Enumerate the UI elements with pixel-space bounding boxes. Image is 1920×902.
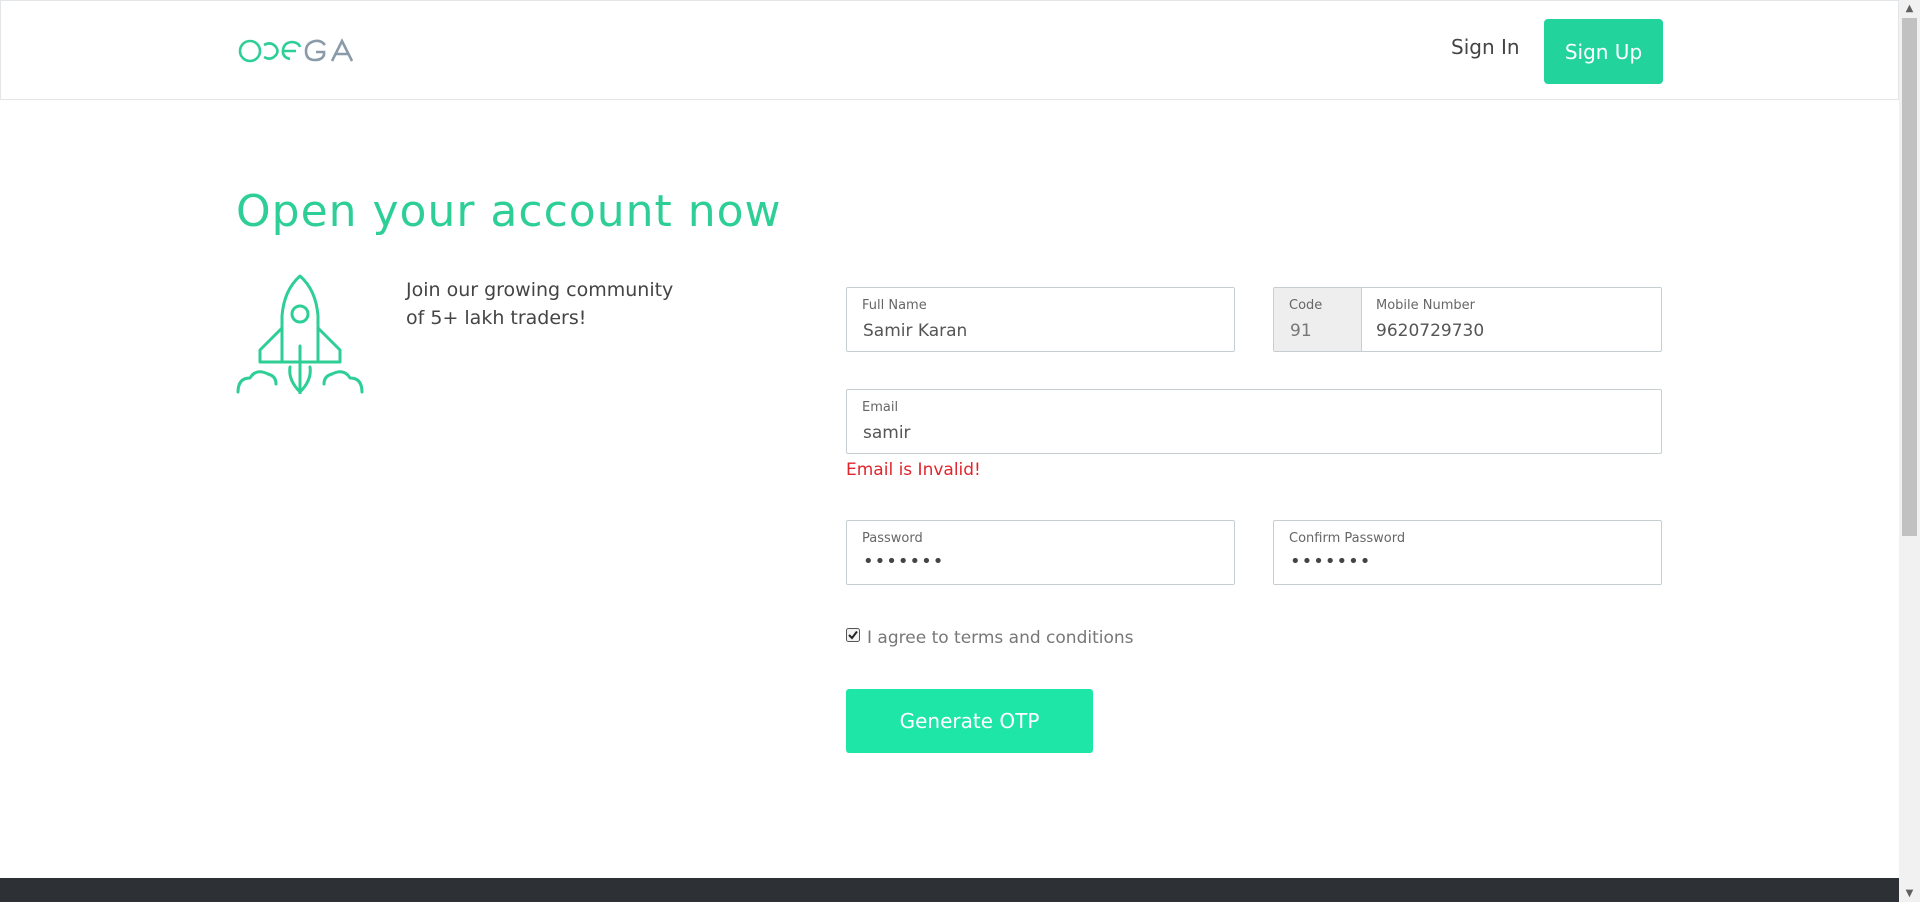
mobile-label: Mobile Number [1376,298,1475,313]
full-name-value[interactable]: Samir Karan [863,321,967,341]
terms-label[interactable]: I agree to terms and conditions [867,628,1134,648]
code-label: Code [1289,298,1323,313]
password-value[interactable]: ••••••• [863,551,944,572]
full-name-field[interactable]: Full Name Samir Karan [846,287,1235,352]
top-navbar: Sign In Sign Up [0,0,1899,100]
sign-up-button[interactable]: Sign Up [1544,19,1663,84]
email-value[interactable]: samir [863,423,911,443]
confirm-password-value[interactable]: ••••••• [1290,551,1371,572]
vertical-scrollbar[interactable]: ▲ ▼ [1899,0,1920,902]
password-label: Password [862,531,923,546]
code-value[interactable]: 91 [1290,321,1312,341]
country-code-box[interactable]: Code 91 [1274,288,1362,351]
omega-logo[interactable] [238,37,362,65]
footer [0,878,1899,902]
scroll-down-arrow-icon[interactable]: ▼ [1899,885,1920,902]
scrollbar-thumb[interactable] [1902,18,1917,536]
mobile-field[interactable]: Code 91 Mobile Number 9620729730 [1273,287,1662,352]
confirm-password-label: Confirm Password [1289,531,1406,546]
scroll-up-arrow-icon[interactable]: ▲ [1899,0,1920,17]
generate-otp-button[interactable]: Generate OTP [846,689,1093,753]
tagline: Join our growing community of 5+ lakh tr… [406,276,706,332]
email-field[interactable]: Email samir [846,389,1662,454]
tagline-line-1: Join our growing community [406,279,674,301]
page: Sign In Sign Up Open your account now Jo… [0,0,1899,902]
rocket-icon [236,274,364,394]
password-field[interactable]: Password ••••••• [846,520,1235,585]
full-name-label: Full Name [862,298,927,313]
email-error-message: Email is Invalid! [846,460,981,480]
sign-in-link[interactable]: Sign In [1451,35,1520,59]
mobile-value[interactable]: 9620729730 [1376,321,1484,341]
confirm-password-field[interactable]: Confirm Password ••••••• [1273,520,1662,585]
email-label: Email [862,400,899,415]
page-title: Open your account now [236,186,782,237]
tagline-line-2: of 5+ lakh traders! [406,307,587,329]
terms-checkbox[interactable] [846,628,860,642]
